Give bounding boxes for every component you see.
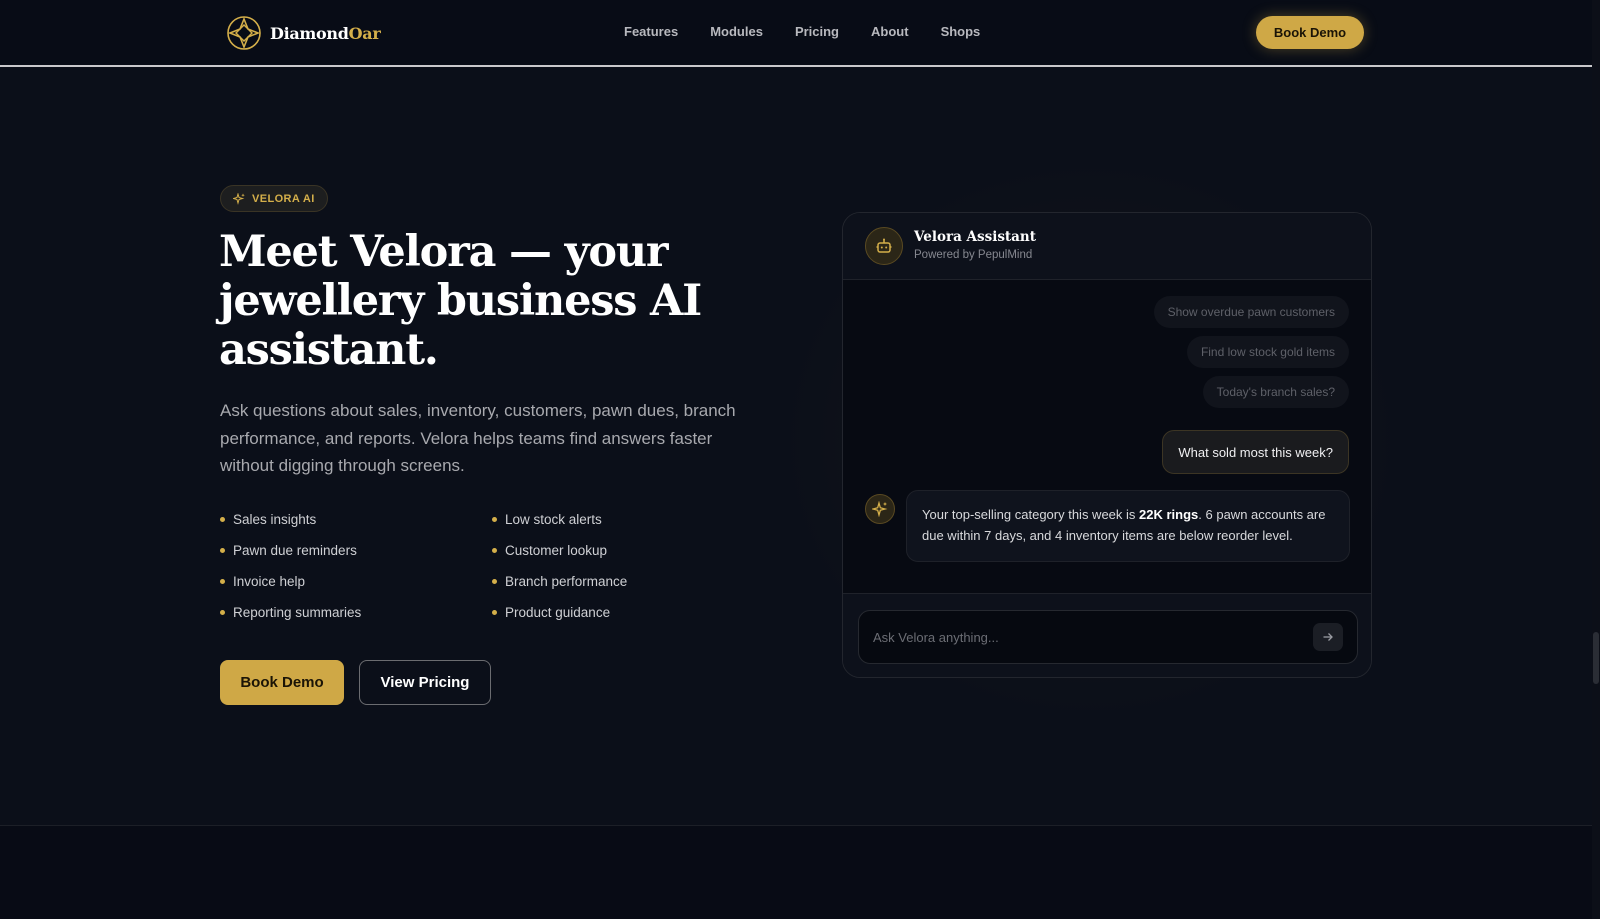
- assistant-name: Velora Assistant: [914, 229, 1036, 245]
- robot-icon: [865, 227, 903, 265]
- suggestion-chip[interactable]: Find low stock gold items: [1186, 336, 1349, 368]
- bullet-dot: [492, 578, 497, 584]
- velora-ai-badge: VELORA AI: [220, 185, 328, 212]
- chat-header: Velora Assistant Powered by PepulMind: [843, 213, 1371, 280]
- sparkle-icon: [865, 494, 895, 524]
- nav-features[interactable]: Features: [624, 24, 678, 39]
- assistant-message: Your top-selling category this week is 2…: [906, 490, 1350, 562]
- nav-about[interactable]: About: [871, 24, 909, 39]
- assistant-message-text: Your top-selling category this week is: [922, 507, 1140, 522]
- bullet-dot: [492, 609, 497, 615]
- brand-logo[interactable]: DiamondOar: [226, 15, 381, 51]
- nav-pricing[interactable]: Pricing: [795, 24, 839, 39]
- sparkle-icon: [233, 192, 245, 205]
- send-button[interactable]: [1313, 623, 1343, 651]
- feature-label: Pawn due reminders: [233, 542, 357, 558]
- arrow-right-icon: [1323, 633, 1333, 641]
- diamond-compass-icon: [227, 16, 261, 50]
- next-section: [0, 826, 1592, 919]
- bullet-dot: [220, 578, 225, 584]
- user-message: What sold most this week?: [1162, 430, 1349, 474]
- feature-item: Product guidance: [492, 603, 692, 621]
- feature-label: Sales insights: [233, 511, 317, 527]
- assistant-message-highlight: 22K rings: [1139, 507, 1199, 522]
- feature-item: Sales insights: [220, 510, 492, 528]
- hero-title: Meet Velora — your jewellery business AI…: [219, 227, 702, 375]
- badge-label: VELORA AI: [252, 192, 315, 205]
- feature-label: Reporting summaries: [233, 604, 362, 620]
- feature-item: Customer lookup: [492, 541, 692, 559]
- bullet-dot: [220, 516, 225, 522]
- site-header: DiamondOar Features Modules Pricing Abou…: [0, 0, 1592, 67]
- chat-widget: Velora Assistant Powered by PepulMind Sh…: [842, 212, 1372, 678]
- feature-list: Sales insights Low stock alerts Pawn due…: [220, 510, 660, 621]
- suggestion-chip[interactable]: Today's branch sales?: [1202, 376, 1349, 408]
- chat-messages: Show overdue pawn customers Find low sto…: [843, 280, 1371, 593]
- view-pricing-button[interactable]: View Pricing: [359, 660, 491, 705]
- feature-label: Invoice help: [233, 573, 306, 589]
- brand-name: DiamondOar: [270, 23, 381, 43]
- bullet-dot: [220, 609, 225, 615]
- nav-modules[interactable]: Modules: [710, 24, 763, 39]
- feature-item: Reporting summaries: [220, 603, 492, 621]
- bullet-dot: [492, 516, 497, 522]
- feature-item: Branch performance: [492, 572, 692, 590]
- feature-item: Pawn due reminders: [220, 541, 492, 559]
- feature-item: Low stock alerts: [492, 510, 692, 528]
- main-nav: Features Modules Pricing About Shops: [624, 24, 980, 39]
- nav-shops[interactable]: Shops: [941, 24, 981, 39]
- suggestion-chip[interactable]: Show overdue pawn customers: [1153, 296, 1349, 328]
- chat-input[interactable]: [873, 611, 1293, 663]
- book-demo-button[interactable]: Book Demo: [220, 660, 344, 705]
- feature-label: Customer lookup: [505, 542, 608, 558]
- scrollbar-thumb[interactable]: [1593, 632, 1599, 684]
- assistant-powered-by: Powered by PepulMind: [914, 249, 1033, 261]
- scrollbar-track[interactable]: [1592, 0, 1600, 919]
- bullet-dot: [492, 547, 497, 553]
- chat-input-wrapper: [858, 610, 1358, 664]
- chat-footer: [843, 593, 1371, 677]
- feature-label: Low stock alerts: [505, 511, 602, 527]
- feature-label: Branch performance: [505, 573, 628, 589]
- hero-subtitle: Ask questions about sales, inventory, cu…: [220, 401, 736, 475]
- bullet-dot: [220, 547, 225, 553]
- feature-label: Product guidance: [505, 604, 611, 620]
- header-book-demo-button[interactable]: Book Demo: [1256, 16, 1364, 49]
- feature-item: Invoice help: [220, 572, 492, 590]
